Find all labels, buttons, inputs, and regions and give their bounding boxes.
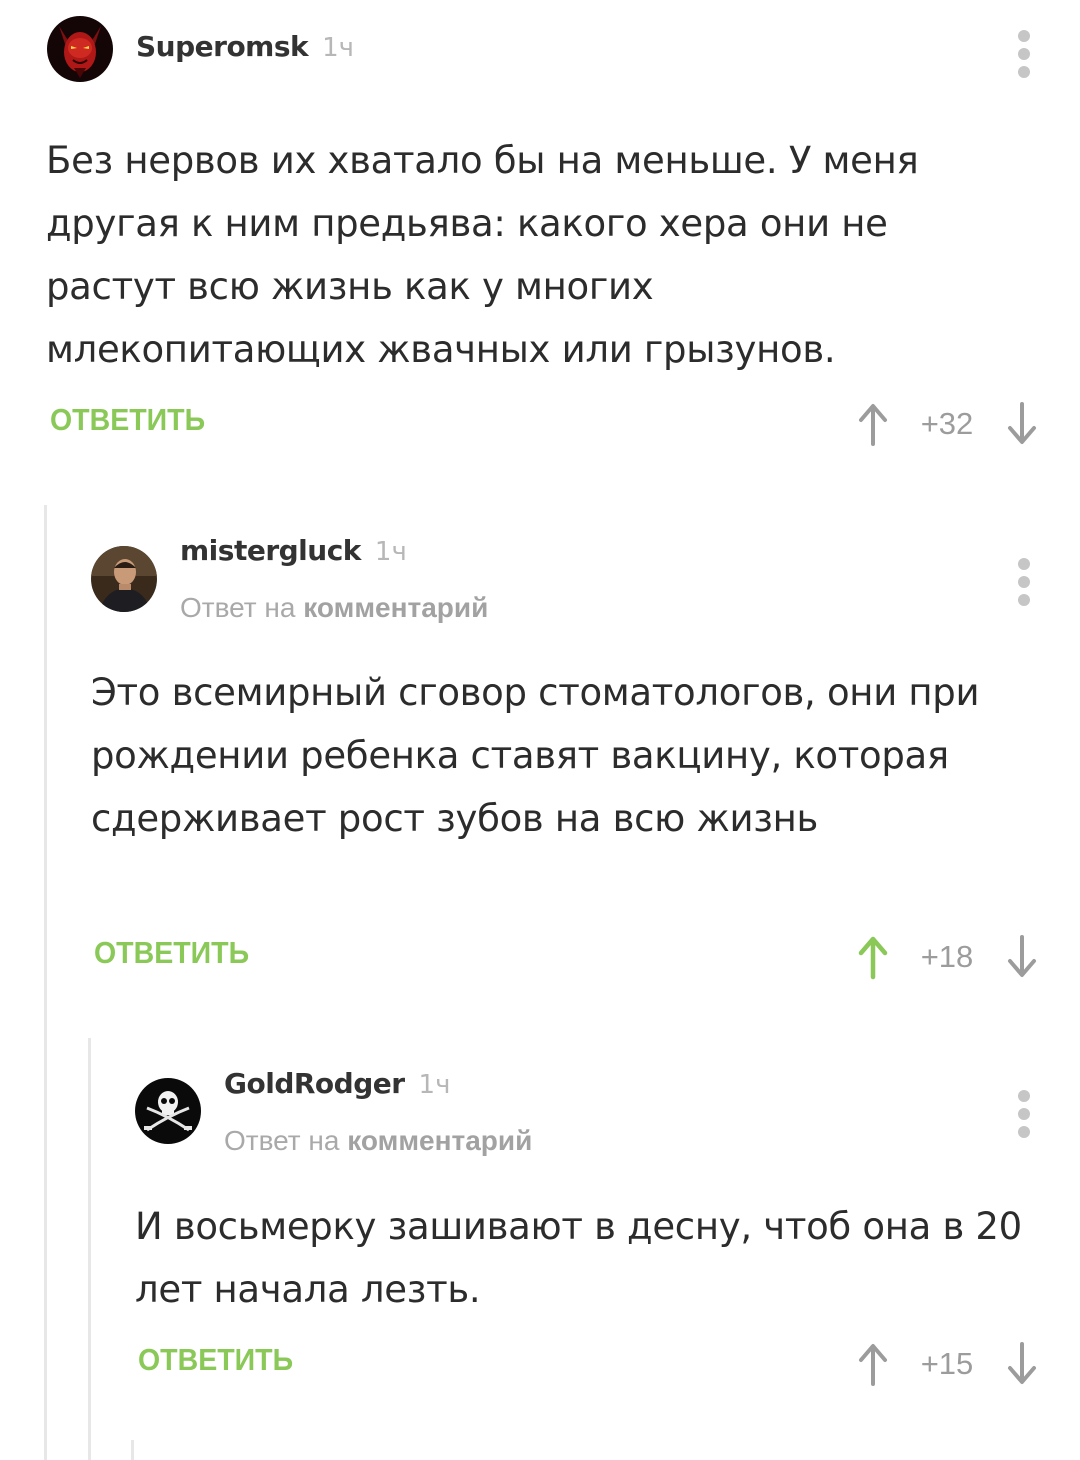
upvote-button[interactable] xyxy=(856,1340,890,1388)
reply-button[interactable]: ОТВЕТИТЬ xyxy=(138,1342,293,1378)
avatar[interactable] xyxy=(135,1078,201,1144)
comment: GoldRodger 1ч Ответ на комментарий И вось… xyxy=(0,0,1080,1440)
downvote-button[interactable] xyxy=(1005,1340,1039,1388)
arrow-down-icon xyxy=(1008,1342,1036,1384)
more-options-icon[interactable] xyxy=(1018,1090,1032,1144)
reply-to-link[interactable]: комментарий xyxy=(347,1125,532,1156)
timestamp: 1ч xyxy=(418,1070,451,1100)
reply-to-prefix: Ответ на xyxy=(224,1125,340,1156)
vote-score: +15 xyxy=(920,1346,974,1381)
comment-footer: ОТВЕТИТЬ +15 xyxy=(138,1342,1050,1392)
username-text[interactable]: GoldRodger xyxy=(224,1067,405,1100)
jolly-roger-avatar-icon xyxy=(135,1078,201,1144)
comment-text: И восьмерку зашивают в десну, чтоб она в… xyxy=(135,1205,1022,1311)
thread-line-level-3 xyxy=(131,1440,134,1460)
username[interactable]: GoldRodger 1ч xyxy=(224,1067,450,1100)
reply-to-line: Ответ на комментарий xyxy=(224,1125,532,1157)
arrow-up-icon xyxy=(859,1344,887,1386)
